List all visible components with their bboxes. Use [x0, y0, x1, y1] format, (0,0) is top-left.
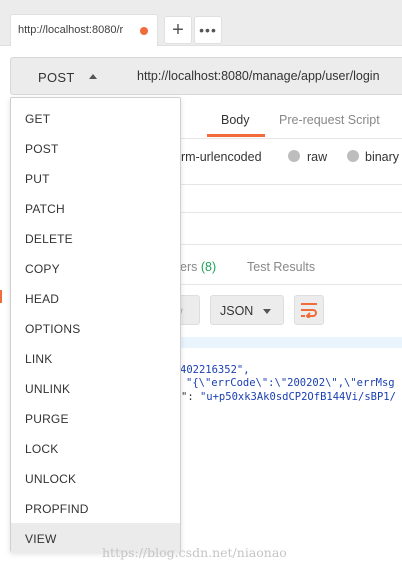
caret-down-icon [263, 309, 271, 314]
caret-up-icon [89, 74, 97, 79]
response-code-line: 402216352", [180, 364, 250, 376]
divider [180, 184, 402, 185]
method-option-unlock[interactable]: UNLOCK [11, 463, 180, 493]
divider [180, 284, 402, 285]
unsaved-changes-dot-icon [140, 27, 148, 35]
divider [180, 244, 402, 245]
wrap-lines-icon [301, 303, 317, 318]
request-tab[interactable]: http://localhost:8080/r [10, 14, 158, 46]
url-input[interactable]: http://localhost:8080/manage/app/user/lo… [124, 57, 402, 95]
method-option-label: LINK [25, 352, 53, 366]
method-option-label: UNLINK [25, 382, 71, 396]
method-dropdown-menu: GET POST PUT PATCH DELETE COPY HEAD OPTIONS LINK… [10, 97, 181, 553]
method-option-head[interactable]: HEAD [11, 283, 180, 313]
left-edge-marker [0, 290, 2, 303]
method-option-propfind[interactable]: PROPFIND [11, 493, 180, 523]
response-string: "u+p50xk3Ak0sdCP2OfB144Vi/sBP1/ [199, 391, 396, 403]
view-mode-button[interactable]: w [174, 295, 200, 325]
method-option-delete[interactable]: DELETE [11, 223, 180, 253]
method-option-label: DELETE [25, 232, 73, 246]
method-option-label: GET [25, 112, 51, 126]
radio-binary[interactable] [347, 150, 359, 162]
method-option-lock[interactable]: LOCK [11, 433, 180, 463]
response-punctuation: ": [181, 391, 200, 403]
divider [180, 138, 402, 139]
format-select[interactable]: JSON [210, 295, 284, 325]
method-option-label: PURGE [25, 412, 69, 426]
method-option-get[interactable]: GET [11, 103, 180, 133]
method-option-label: HEAD [25, 292, 60, 306]
response-line-highlight [180, 337, 402, 348]
tab-response-headers[interactable]: ers (8) [180, 260, 216, 274]
method-option-label: UNLOCK [25, 472, 77, 486]
radio-form-urlencoded-label[interactable]: orm-urlencoded [174, 150, 262, 164]
method-option-options[interactable]: OPTIONS [11, 313, 180, 343]
tab-response-headers-label: ers [180, 260, 198, 274]
url-input-value: http://localhost:8080/manage/app/user/lo… [137, 69, 380, 83]
method-option-label: COPY [25, 262, 60, 276]
format-select-label: JSON [220, 304, 254, 318]
response-code-line: ": "u+p50xk3Ak0sdCP2OfB144Vi/sBP1/ [181, 391, 396, 403]
method-option-put[interactable]: PUT [11, 163, 180, 193]
ellipsis-icon: ••• [199, 22, 217, 38]
method-option-unlink[interactable]: UNLINK [11, 373, 180, 403]
method-option-copy[interactable]: COPY [11, 253, 180, 283]
wrap-lines-button[interactable] [294, 295, 324, 325]
tab-pre-request-script[interactable]: Pre-request Script [279, 113, 380, 127]
radio-binary-label[interactable]: binary [365, 150, 399, 164]
more-tabs-button[interactable]: ••• [194, 16, 222, 44]
method-option-label: OPTIONS [25, 322, 81, 336]
new-tab-button[interactable]: + [164, 16, 192, 44]
radio-raw[interactable] [288, 150, 300, 162]
method-select[interactable]: POST [10, 57, 125, 95]
divider [180, 212, 402, 213]
request-tab-title: http://localhost:8080/r [18, 24, 124, 36]
method-option-label: PROPFIND [25, 502, 89, 516]
plus-icon: + [172, 19, 184, 41]
method-option-label: POST [25, 142, 59, 156]
active-tab-indicator [207, 134, 265, 137]
watermark: https://blog.csdn.net/niaonao [102, 545, 287, 560]
method-option-post[interactable]: POST [11, 133, 180, 163]
method-option-purge[interactable]: PURGE [11, 403, 180, 433]
method-option-label: PATCH [25, 202, 65, 216]
method-select-label: POST [38, 70, 75, 85]
response-headers-count: (8) [200, 260, 217, 274]
tab-bar: http://localhost:8080/r + ••• [0, 0, 402, 46]
tab-test-results[interactable]: Test Results [247, 260, 315, 274]
radio-raw-label[interactable]: raw [307, 150, 327, 164]
method-option-patch[interactable]: PATCH [11, 193, 180, 223]
response-code-line: "{\"errCode\":\"200202\",\"errMsg [186, 377, 395, 389]
method-option-link[interactable]: LINK [11, 343, 180, 373]
method-option-label: LOCK [25, 442, 59, 456]
tab-body[interactable]: Body [221, 113, 250, 127]
method-option-label: VIEW [25, 532, 57, 546]
response-string: "{\"errCode\":\"200202\",\"errMsg [186, 377, 395, 389]
method-option-label: PUT [25, 172, 50, 186]
